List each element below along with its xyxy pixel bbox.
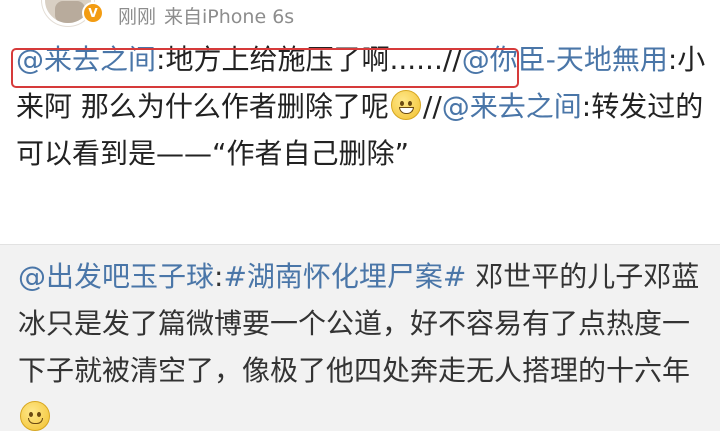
mention-link[interactable]: @来去之间: [442, 90, 582, 123]
post-time: 刚刚: [118, 6, 157, 28]
quoted-post[interactable]: @出发吧玉子球:#湖南怀化埋尸案# 邓世平的儿子邓蓝冰只是发了篇微博要一个公道，…: [0, 245, 720, 431]
verified-badge-icon: V: [82, 2, 104, 24]
repost-segment: :地方上给施压了啊......: [156, 43, 443, 76]
hashtag-link[interactable]: #湖南怀化埋尸案#: [223, 260, 466, 293]
mention-link[interactable]: @你臣-天地無用: [462, 43, 668, 76]
mention-link[interactable]: @出发吧玉子球: [18, 260, 214, 293]
post-source: 来自iPhone 6s: [164, 6, 295, 28]
repost-separator: //: [422, 90, 442, 123]
quoted-text: @出发吧玉子球:#湖南怀化埋尸案# 邓世平的儿子邓蓝冰只是发了篇微博要一个公道，…: [18, 253, 712, 431]
post-meta: 刚刚 来自iPhone 6s: [118, 2, 294, 29]
avatar-figure: [55, 1, 85, 23]
smiling-face-icon: [20, 401, 50, 431]
repost-separator: //: [442, 43, 462, 76]
mention-link[interactable]: @来去之间: [16, 43, 156, 76]
post-header: V 刚刚 来自iPhone 6s: [0, 0, 720, 32]
repost-text: @来去之间:地方上给施压了啊......//@你臣-天地無用:小来阿 那么为什么…: [16, 36, 716, 177]
grinning-face-icon: [390, 90, 421, 120]
